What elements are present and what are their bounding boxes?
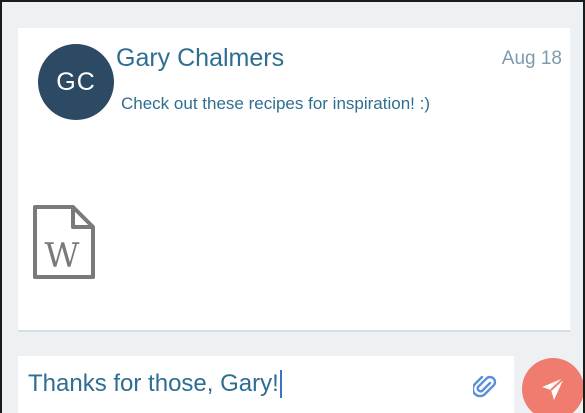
message-thread-panel: GC Gary Chalmers Aug 18 Check out these … <box>0 0 585 413</box>
message-card: GC Gary Chalmers Aug 18 Check out these … <box>18 28 570 332</box>
message-date: Aug 18 <box>501 48 562 69</box>
reply-input-text: Thanks for those, Gary! <box>28 370 279 397</box>
avatar[interactable]: GC <box>38 44 114 120</box>
word-document-icon: W <box>33 205 95 279</box>
text-caret <box>279 370 282 398</box>
word-document-attachment[interactable]: W <box>32 204 96 280</box>
sender-name[interactable]: Gary Chalmers <box>116 44 284 73</box>
paperclip-icon[interactable] <box>471 374 497 400</box>
paper-plane-icon <box>542 377 565 400</box>
compose-bar: Thanks for those, Gary! <box>18 356 514 413</box>
message-body: Check out these recipes for inspiration!… <box>121 94 430 113</box>
reply-input[interactable]: Thanks for those, Gary! <box>28 370 282 398</box>
send-button[interactable] <box>522 358 583 413</box>
svg-text:W: W <box>45 236 80 276</box>
avatar-initials: GC <box>56 67 96 96</box>
